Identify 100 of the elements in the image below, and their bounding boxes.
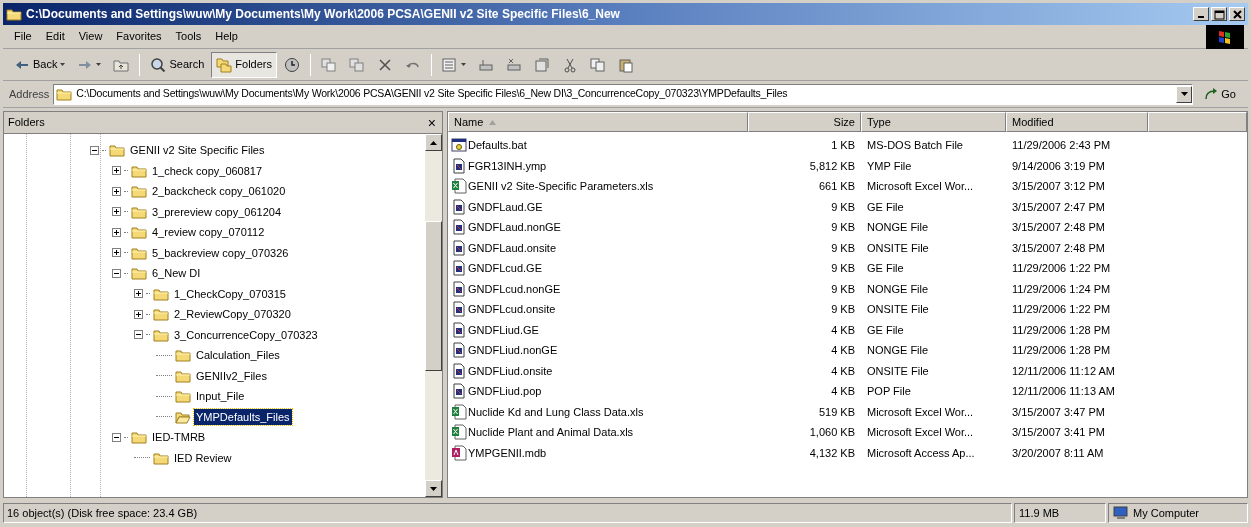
column-header[interactable]: Modified [1006, 112, 1148, 132]
folder-item[interactable]: GENII v2 Site Specific Files [128, 142, 267, 159]
file-name[interactable]: GNDFLaud.GE [448, 198, 748, 215]
menu-item[interactable]: View [71, 28, 110, 45]
dropdown-arrow-icon [1180, 92, 1188, 96]
type-cell-text: ONSITE File [866, 363, 930, 379]
menu-item[interactable]: Help [208, 28, 245, 45]
folder-item[interactable]: 1_CheckCopy_070315 [172, 285, 288, 302]
menu-item[interactable]: Edit [38, 28, 72, 45]
modified-cell-text: 3/15/2007 2:48 PM [1011, 220, 1106, 235]
back-button[interactable]: Back [9, 51, 71, 78]
minimize-button[interactable] [1193, 7, 1209, 21]
close-button[interactable] [1229, 7, 1245, 21]
modified-cell-text: 11/29/2006 1:24 PM [1011, 281, 1112, 297]
size-cell-text: 9 KB [830, 302, 856, 317]
scissors-icon [562, 56, 578, 73]
size-cell-text: 9 KB [830, 199, 856, 215]
up-arrow-icon [430, 140, 437, 145]
modified-cell-text: 12/11/2006 11:12 AM [1011, 363, 1116, 379]
file-name[interactable]: FGR13INH.ymp [448, 157, 748, 174]
folder-item[interactable]: 2_ReviewCopy_070320 [172, 306, 293, 323]
scroll-up-button[interactable] [425, 134, 442, 151]
file-name[interactable]: GNDFLiud.pop [448, 383, 748, 400]
folder-item[interactable]: IED-TMRB [150, 429, 208, 446]
status-size: 11.9 MB [1014, 503, 1106, 523]
expand-icon[interactable] [134, 309, 143, 319]
document-icon [451, 321, 467, 338]
folder-item[interactable]: 3_ConcurrenceCopy_070323 [172, 326, 320, 343]
folder-item[interactable]: GENIIv2_Files [194, 367, 269, 384]
folder-item[interactable]: Calculation_Files [194, 347, 282, 364]
folders-button[interactable]: Folders [211, 51, 277, 78]
folder-item[interactable]: IED Review [172, 449, 234, 466]
file-name[interactable]: GNDFLiud.GE [448, 321, 748, 338]
expand-icon[interactable] [112, 248, 121, 258]
collapse-icon[interactable] [112, 432, 121, 442]
go-button[interactable]: Go [1197, 85, 1242, 103]
folder-item[interactable]: Input_File [194, 388, 247, 405]
copy-icon [590, 56, 606, 73]
menu-item[interactable]: File [7, 28, 39, 45]
collapse-icon[interactable] [134, 330, 143, 340]
maximize-button[interactable] [1211, 7, 1227, 21]
file-name[interactable]: GNDFLaud.onsite [448, 239, 748, 256]
close-button[interactable]: × [425, 115, 438, 130]
status-text: 16 object(s) (Disk free space: 23.4 GB) [3, 503, 1012, 523]
file-name[interactable]: GNDFLcud.nonGE [448, 280, 748, 297]
expand-icon[interactable] [134, 289, 143, 299]
expand-icon[interactable] [112, 227, 121, 237]
type-cell-text: Microsoft Excel Wor... [866, 425, 975, 440]
scrollbar[interactable] [425, 134, 442, 497]
windows-flag-icon [1206, 24, 1244, 49]
menu-item[interactable]: Tools [168, 28, 209, 45]
search-button[interactable]: Search [145, 51, 210, 78]
expand-icon[interactable] [112, 186, 121, 196]
file-name[interactable]: Defaults.bat [448, 137, 748, 154]
views-icon [442, 56, 458, 73]
document-icon [451, 301, 467, 318]
dropdown-caret-icon [461, 63, 466, 66]
scroll-down-button[interactable] [425, 480, 442, 497]
folder-item[interactable]: 3_prereview copy_061204 [150, 203, 284, 220]
file-name[interactable]: GNDFLiud.nonGE [448, 342, 748, 359]
folder-icon [109, 142, 125, 159]
expand-icon[interactable] [112, 166, 121, 176]
dropdown-button[interactable] [1176, 85, 1193, 103]
file-name[interactable]: GNDFLcud.GE [448, 260, 748, 277]
file-name[interactable]: GNDFLcud.onsite [448, 301, 748, 318]
document-icon [451, 260, 467, 277]
collapse-icon[interactable] [90, 145, 99, 155]
folder-item[interactable]: 1_check copy_060817 [150, 162, 265, 179]
move-to-icon [321, 56, 337, 73]
folder-item[interactable]: YMPDefaults_Files [194, 408, 292, 425]
document-icon [451, 239, 467, 256]
folder-item[interactable]: 2_backcheck copy_061020 [150, 183, 288, 200]
type-cell-text: YMP File [866, 158, 913, 174]
file-name[interactable]: GNDFLiud.onsite [448, 362, 748, 379]
folder-icon [131, 429, 147, 446]
menu-item[interactable]: Favorites [109, 28, 169, 45]
document-icon [451, 198, 467, 215]
pane-title: Folders [8, 115, 45, 131]
file-name[interactable]: GNDFLaud.nonGE [448, 219, 748, 236]
file-name[interactable]: Nuclide Plant and Animal Data.xls [448, 424, 748, 441]
column-header[interactable]: Type [861, 112, 1006, 132]
expand-icon[interactable] [112, 207, 121, 217]
file-name[interactable]: GENII v2 Site-Specific Parameters.xls [448, 178, 748, 195]
folder-item[interactable]: 6_New DI [150, 265, 203, 282]
folder-item[interactable]: 4_review copy_070112 [150, 224, 267, 241]
folder-icon [131, 183, 147, 200]
column-header[interactable]: Size [748, 112, 861, 132]
file-name[interactable]: YMPGENII.mdb [448, 444, 748, 461]
collapse-icon[interactable] [112, 268, 121, 278]
disconnect-drive-icon [506, 56, 522, 73]
dropdown-caret-icon [96, 63, 102, 66]
address-field[interactable]: C:\Documents and Settings\wuw\My Documents\My Work\2006 PCSA\GENII v2 Site Specific Files\6_New DI\3_ConcurrenceCopy_070323\YMPDefaults_Files [53, 83, 1194, 105]
window-title: C:\Documents and Settings\wuw\My Documents\My Work\2006 PCSA\GENII v2 Site Specific Files\6_New [26, 6, 621, 23]
column-header[interactable]: Name [448, 112, 748, 132]
size-cell-text: 4 KB [830, 322, 856, 338]
modified-cell-text: 9/14/2006 3:19 PM [1011, 158, 1106, 174]
file-name[interactable]: Nuclide Kd and Lung Class Data.xls [448, 403, 748, 420]
folder-item[interactable]: 5_backreview copy_070326 [150, 244, 291, 261]
scroll-thumb[interactable] [425, 221, 442, 371]
document-icon [451, 362, 467, 379]
